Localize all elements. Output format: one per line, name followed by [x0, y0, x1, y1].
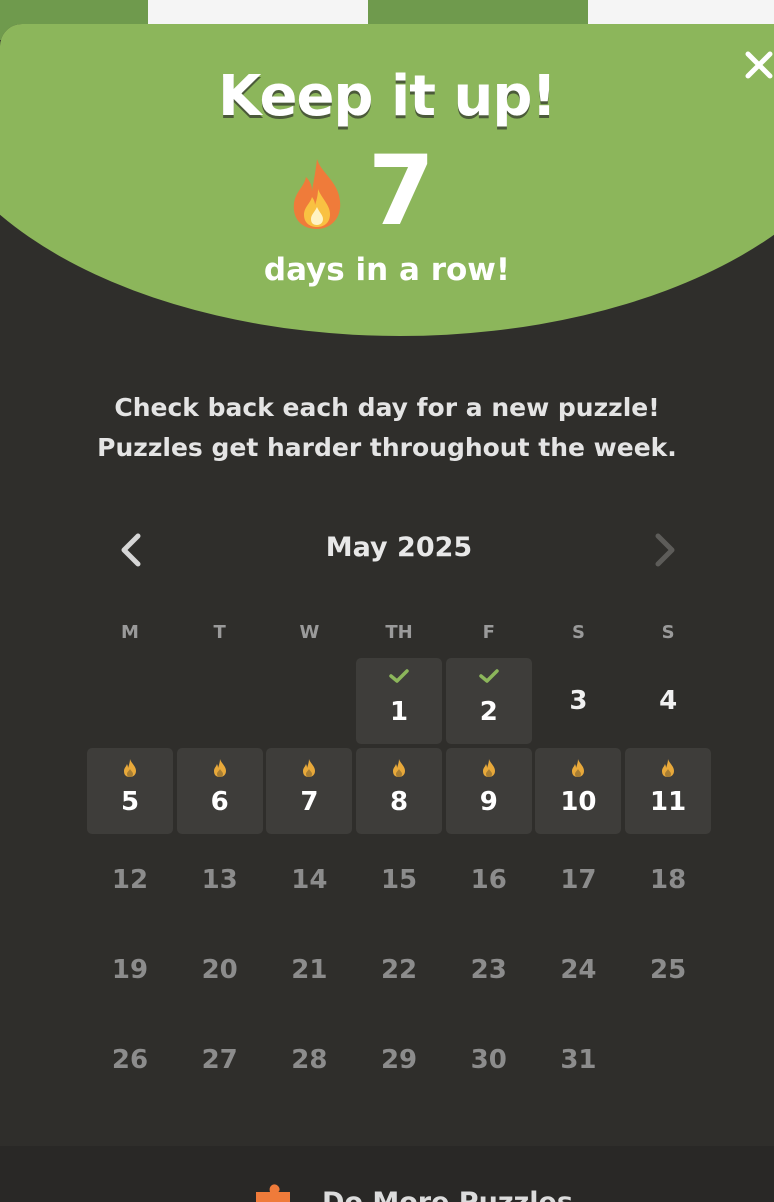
- day-number: 12: [111, 865, 149, 896]
- weekday-label: W: [299, 622, 320, 643]
- day-cell: 27: [177, 1017, 263, 1103]
- info-line: Check back each day for a new puzzle!: [114, 393, 660, 422]
- day-cell[interactable]: 4: [625, 658, 711, 744]
- day-number: 6: [210, 786, 229, 817]
- streak-count: 7: [368, 135, 435, 247]
- day-cell: 24: [535, 927, 621, 1013]
- day-cell[interactable]: 5: [87, 747, 173, 834]
- check-icon: [479, 669, 499, 683]
- weekday-label: T: [213, 622, 226, 643]
- weekday-row: M T W TH F S S: [87, 622, 711, 646]
- day-number: 25: [650, 955, 687, 986]
- day-number: 5: [120, 786, 140, 817]
- weekday-label: TH: [385, 622, 413, 643]
- day-cell: 16: [446, 837, 532, 923]
- day-number: 29: [380, 1044, 418, 1075]
- day-cell[interactable]: 11: [625, 747, 712, 834]
- day-cell[interactable]: 9: [445, 747, 532, 834]
- day-cell: 18: [625, 837, 711, 923]
- day-number: 17: [560, 865, 597, 896]
- day-number: 7: [300, 786, 319, 817]
- flame-icon: [213, 758, 226, 777]
- weekday-label: M: [121, 622, 139, 643]
- day-cell: 17: [535, 837, 621, 923]
- flame-icon: [124, 758, 136, 777]
- day-cell[interactable]: 7: [266, 747, 353, 834]
- day-cell[interactable]: 6: [176, 747, 263, 834]
- empty-day-cell: [87, 658, 173, 744]
- day-cell: 21: [266, 927, 352, 1013]
- streak-counter: 7: [288, 135, 435, 247]
- flame-icon: [293, 159, 341, 229]
- day-cell: 29: [356, 1017, 442, 1103]
- calendar-header: May 2025: [0, 526, 774, 570]
- day-cell: 14: [266, 837, 352, 923]
- day-number: 13: [201, 865, 238, 896]
- info-text: Check back each day for a new puzzle! Pu…: [0, 388, 774, 468]
- streak-modal: Keep it up! 7 days in a row! Check back …: [0, 24, 774, 1202]
- day-number: 24: [560, 955, 597, 986]
- day-number: 16: [470, 865, 507, 896]
- day-cell: 31: [535, 1017, 621, 1103]
- weekday-label: S: [571, 622, 585, 643]
- day-number: 26: [111, 1044, 149, 1075]
- day-number: 10: [560, 786, 597, 817]
- footer-bar: Do More Puzzles: [0, 1146, 774, 1202]
- day-cell[interactable]: 2: [445, 658, 532, 744]
- next-month-button[interactable]: [650, 530, 680, 570]
- day-cell: 12: [87, 837, 173, 923]
- flame-icon: [482, 758, 495, 777]
- day-number: 4: [659, 686, 678, 716]
- day-number: 27: [201, 1044, 238, 1075]
- day-number: 19: [111, 955, 149, 986]
- day-number: 21: [291, 955, 328, 986]
- day-number: 18: [650, 865, 687, 896]
- day-cell: 30: [446, 1017, 532, 1103]
- empty-day-cell: [266, 658, 352, 744]
- day-number: 23: [470, 955, 507, 986]
- streak-label: days in a row!: [263, 252, 511, 288]
- calendar-grid: 1 2 3 4 5 6 7 8 9 10 11 12 13 14 15 16 17 18 19 20 21 22 23 24 2…: [87, 658, 712, 1103]
- day-cell[interactable]: 8: [356, 747, 443, 834]
- day-number: 8: [390, 786, 409, 817]
- day-cell: 13: [177, 837, 263, 923]
- day-number: 1: [390, 697, 409, 727]
- day-number: 9: [479, 786, 498, 817]
- day-cell[interactable]: 10: [535, 747, 622, 834]
- check-icon: [389, 669, 409, 683]
- day-number: 11: [650, 786, 687, 817]
- day-cell: 23: [446, 927, 532, 1013]
- day-cell: 22: [356, 927, 442, 1013]
- day-cell: 19: [87, 927, 173, 1013]
- day-cell: 28: [266, 1017, 352, 1103]
- flame-icon: [303, 758, 316, 777]
- puzzle-piece-icon: [256, 1184, 290, 1202]
- day-cell: 26: [87, 1017, 173, 1103]
- day-cell: 15: [356, 837, 442, 923]
- day-number: 22: [380, 955, 418, 986]
- flame-icon: [393, 758, 406, 777]
- day-cell: 25: [625, 927, 711, 1013]
- day-cell: 20: [177, 927, 263, 1013]
- modal-title: Keep it up!: [218, 64, 557, 129]
- day-number: 14: [291, 865, 328, 896]
- weekday-label: F: [482, 622, 495, 643]
- day-number: 2: [479, 697, 498, 727]
- more-puzzles-button[interactable]: Do More Puzzles: [250, 1182, 573, 1202]
- flame-icon: [662, 758, 675, 777]
- day-cell[interactable]: 1: [356, 658, 443, 744]
- day-cell[interactable]: 3: [535, 658, 621, 744]
- weekday-label: S: [661, 622, 675, 643]
- day-number: 3: [569, 686, 588, 716]
- day-number: 30: [470, 1044, 507, 1075]
- empty-day-cell: [177, 658, 263, 744]
- day-number: 20: [201, 955, 238, 986]
- more-puzzles-label: Do More Puzzles: [322, 1186, 573, 1202]
- day-number: 15: [380, 865, 418, 896]
- flame-icon: [572, 758, 585, 777]
- info-line: Puzzles get harder throughout the week.: [97, 433, 677, 462]
- day-number: 28: [291, 1044, 328, 1075]
- chevron-right-icon: [655, 533, 675, 567]
- day-number: 31: [560, 1044, 597, 1075]
